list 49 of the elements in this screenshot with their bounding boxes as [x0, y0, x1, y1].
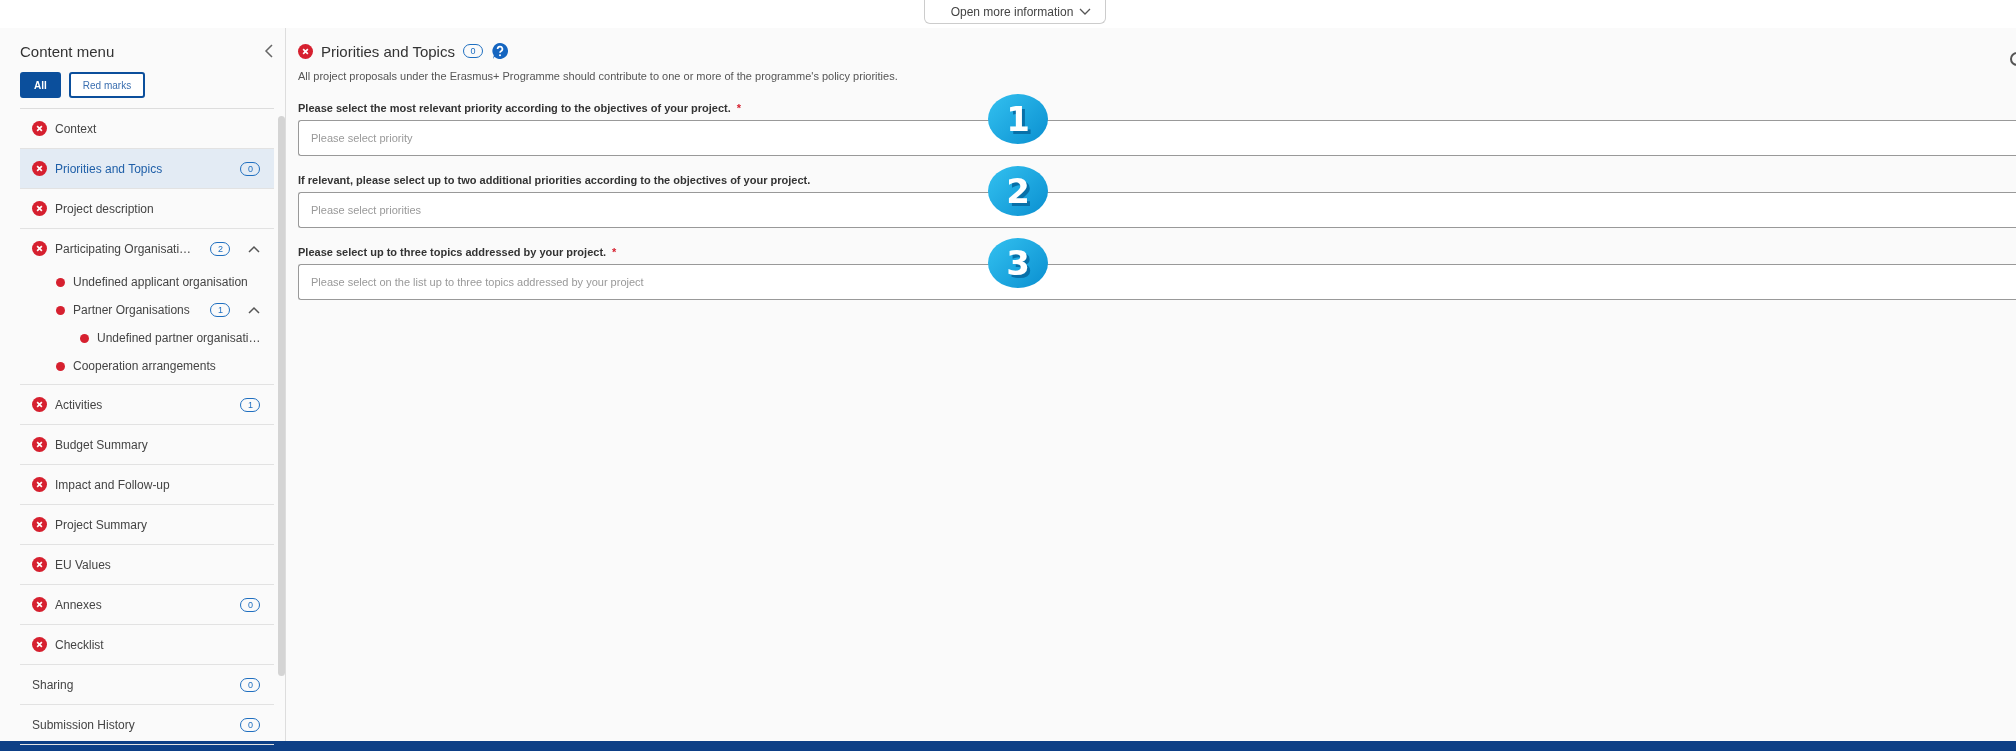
required-mark: * — [736, 102, 742, 114]
number-marker: 3 — [988, 238, 1048, 288]
item-label: Activities — [55, 397, 104, 412]
menu-subitem[interactable]: Undefined applicant organisation — [20, 268, 275, 296]
sidebar-title: Content menu — [20, 42, 115, 60]
help-icon — [490, 42, 509, 60]
section-description: All project proposals under the Erasmus+ Programme should contribute to one or more of the programme's policy priorities. — [298, 70, 899, 82]
item-label: Participating Organisati… — [55, 241, 193, 256]
item-label: EU Values — [55, 557, 112, 572]
menu-item[interactable]: Impact and Follow-up — [20, 465, 275, 505]
menu-item[interactable]: Annexes 0 — [20, 585, 275, 625]
field-label: If relevant, please select up to two additional priorities according to the objectives of your project. — [298, 174, 811, 186]
menu-item[interactable]: Sharing 0 — [20, 665, 275, 705]
number-marker: 2 — [988, 166, 1048, 216]
item-label: Submission History — [32, 717, 136, 732]
info-toggle-button[interactable]: Open more information — [923, 0, 1107, 24]
menu-item[interactable]: Participating Organisati… 2 — [20, 229, 275, 268]
menu-item[interactable]: Budget Summary — [20, 425, 275, 465]
menu-subitem[interactable]: Cooperation arrangements — [20, 352, 275, 380]
section-title: Priorities and Topics — [321, 42, 455, 60]
item-label: Project Summary — [55, 517, 149, 532]
menu-item[interactable]: Project description — [20, 189, 275, 229]
menu-item[interactable]: Priorities and Topics 0 — [20, 149, 275, 189]
item-label: Partner Organisations — [73, 303, 191, 317]
menu-subitem[interactable]: Partner Organisations 1 — [20, 296, 275, 324]
menu-item[interactable]: Project Summary — [20, 505, 275, 545]
scrollbar[interactable] — [278, 116, 285, 676]
required-mark: * — [612, 246, 617, 258]
number-marker: 1 — [988, 94, 1048, 144]
menu-item[interactable]: EU Values — [20, 545, 275, 585]
filter-button[interactable]: Red marks — [68, 72, 146, 98]
menu-item[interactable]: Checklist — [20, 625, 275, 665]
item-label: Context — [55, 121, 98, 136]
chevron-left-icon — [264, 44, 275, 58]
item-label: Sharing — [32, 677, 75, 692]
item-label: Priorities and Topics — [55, 161, 164, 176]
item-label: Budget Summary — [55, 437, 149, 452]
item-label: Project description — [55, 201, 155, 216]
menu-item[interactable]: Activities 1 — [20, 385, 275, 425]
field-label: Please select the most relevant priority according to the objectives of your project. — [298, 102, 731, 114]
field-label: Please select up to three topics addressed by your project. — [298, 246, 607, 258]
item-label: Undefined partner organisati… — [97, 331, 261, 345]
item-label: Impact and Follow-up — [55, 477, 171, 492]
item-label: Annexes — [55, 597, 103, 612]
item-label: Checklist — [55, 637, 105, 652]
filter-button[interactable]: All — [20, 72, 61, 98]
menu-subitem[interactable]: Undefined partner organisati… — [20, 324, 275, 352]
item-label: Cooperation arrangements — [73, 359, 217, 373]
item-label: Undefined applicant organisation — [73, 275, 249, 289]
